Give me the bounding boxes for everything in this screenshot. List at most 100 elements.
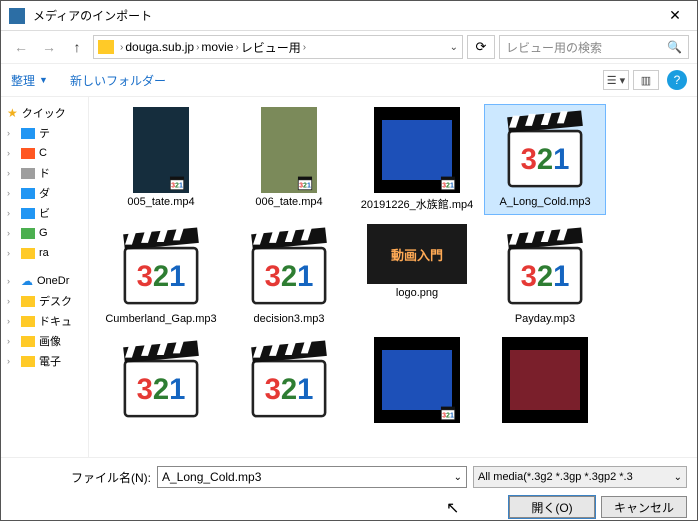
- svg-text:321: 321: [265, 374, 314, 406]
- file-item[interactable]: [485, 335, 605, 428]
- sidebar-label: デスク: [39, 293, 88, 309]
- media-icon: 321: [167, 175, 187, 191]
- file-item[interactable]: 321: [101, 335, 221, 428]
- nav-up[interactable]: ↑: [65, 35, 89, 59]
- footer: ファイル名(N): A_Long_Cold.mp3 ⌄ All media(*.…: [1, 457, 697, 528]
- filetype-value: All media(*.3g2 *.3gp *.3gp2 *.3: [478, 471, 633, 483]
- media-icon: 321: [246, 337, 332, 423]
- crumb-2[interactable]: movie: [201, 40, 233, 54]
- svg-text:321: 321: [521, 261, 570, 293]
- file-item[interactable]: 321 005_tate.mp4: [101, 105, 221, 214]
- file-item[interactable]: 321 decision3.mp3: [229, 222, 349, 327]
- thumbnail: 321: [133, 107, 189, 193]
- sidebar-item[interactable]: ›テ: [1, 123, 88, 143]
- sidebar-item[interactable]: ›画像: [1, 331, 88, 351]
- thumbnail: 321: [374, 337, 460, 423]
- folder-icon: [21, 148, 35, 159]
- sidebar-item[interactable]: ›C: [1, 143, 88, 163]
- file-label: 20191226_水族館.mp4: [359, 196, 475, 212]
- cancel-button[interactable]: キャンセル: [601, 496, 687, 518]
- svg-text:321: 321: [442, 182, 454, 189]
- file-label: 006_tate.mp4: [231, 196, 347, 208]
- sidebar-label: 電子: [39, 353, 88, 369]
- sidebar-label: テ: [39, 125, 88, 141]
- chevron-down-icon[interactable]: ⌄: [454, 472, 462, 483]
- thumbnail: 321: [374, 107, 460, 193]
- separator-icon: ›: [303, 42, 306, 53]
- media-icon: 321: [295, 175, 315, 191]
- sidebar-item[interactable]: ›ダ: [1, 183, 88, 203]
- breadcrumb[interactable]: › douga.sub.jp › movie › レビュー用 › ⌄: [93, 35, 463, 59]
- sidebar-item[interactable]: › 電子: [1, 351, 88, 371]
- sidebar-label: ド: [39, 165, 88, 181]
- file-item[interactable]: 321A_Long_Cold.mp3: [485, 105, 605, 214]
- chevron-right-icon: ›: [7, 296, 17, 306]
- sidebar-item[interactable]: ›ドキュ: [1, 311, 88, 331]
- file-item[interactable]: 動画入門logo.png: [357, 222, 477, 327]
- folder-icon: [98, 40, 114, 54]
- crumb-1[interactable]: douga.sub.jp: [125, 40, 194, 54]
- folder-icon: [21, 168, 35, 179]
- separator-icon: ›: [196, 42, 199, 53]
- svg-text:321: 321: [265, 261, 314, 293]
- new-folder-button[interactable]: 新しいフォルダー: [70, 72, 166, 89]
- close-button[interactable]: ✕: [661, 7, 689, 24]
- svg-text:321: 321: [171, 182, 183, 189]
- sidebar-item[interactable]: ›ビ: [1, 203, 88, 223]
- search-placeholder: レビュー用の検索: [506, 39, 602, 56]
- preview-pane-button[interactable]: ▥: [633, 70, 659, 90]
- nav-forward: →: [37, 35, 61, 59]
- file-item[interactable]: 321 006_tate.mp4: [229, 105, 349, 214]
- folder-icon: [21, 228, 35, 239]
- nav-back[interactable]: ←: [9, 35, 33, 59]
- chevron-right-icon: ›: [7, 188, 17, 198]
- help-button[interactable]: ?: [667, 70, 687, 90]
- thumbnail: [502, 337, 588, 423]
- svg-text:321: 321: [137, 261, 186, 293]
- nav-bar: ← → ↑ › douga.sub.jp › movie › レビュー用 › ⌄…: [1, 31, 697, 63]
- file-list[interactable]: 321 005_tate.mp4 321 006_tate.mp4 321 2019122…: [89, 97, 697, 457]
- filetype-select[interactable]: All media(*.3g2 *.3gp *.3gp2 *.3 ⌄: [473, 466, 687, 488]
- thumbnail: 321: [261, 107, 317, 193]
- media-icon: 321: [118, 337, 204, 423]
- file-item[interactable]: 321 Payday.mp3: [485, 222, 605, 327]
- organize-menu[interactable]: 整理 ▼: [11, 72, 48, 89]
- chevron-right-icon: ›: [7, 168, 17, 178]
- filename-input[interactable]: A_Long_Cold.mp3 ⌄: [157, 466, 467, 488]
- media-icon: 321: [438, 175, 458, 191]
- media-icon: 321: [438, 405, 458, 421]
- sidebar-item[interactable]: ›ド: [1, 163, 88, 183]
- folder-icon: [21, 316, 35, 327]
- thumbnail: 動画入門: [367, 224, 467, 284]
- refresh-button[interactable]: ⟳: [467, 35, 495, 59]
- chevron-right-icon: ›: [7, 276, 17, 286]
- open-button[interactable]: 開く(O): [509, 496, 595, 518]
- chevron-down-icon[interactable]: ⌄: [450, 42, 458, 53]
- sidebar-item[interactable]: ›ra: [1, 243, 88, 263]
- sidebar: ★ クイック ›テ›C›ド›ダ›ビ›G›ra › ☁ OneDr ›デスク›ドキ…: [1, 97, 89, 457]
- file-label: Payday.mp3: [487, 313, 603, 325]
- crumb-3[interactable]: レビュー用: [241, 39, 301, 56]
- chevron-right-icon: ›: [7, 336, 17, 346]
- sidebar-item[interactable]: ›G: [1, 223, 88, 243]
- chevron-right-icon: ›: [7, 356, 17, 366]
- sidebar-item[interactable]: › デスク: [1, 291, 88, 311]
- chevron-down-icon: ▼: [39, 75, 48, 85]
- filename-label: ファイル名(N):: [71, 469, 151, 486]
- file-item[interactable]: 321: [357, 335, 477, 428]
- view-menu[interactable]: ☰ ▾: [603, 70, 629, 90]
- file-label: 005_tate.mp4: [103, 196, 219, 208]
- svg-text:321: 321: [137, 374, 186, 406]
- file-item[interactable]: 321: [229, 335, 349, 428]
- search-icon[interactable]: 🔍: [667, 40, 682, 54]
- quick-access[interactable]: ★ クイック: [1, 103, 88, 123]
- search-input[interactable]: レビュー用の検索 🔍: [499, 35, 689, 59]
- media-icon: 321: [502, 224, 588, 310]
- file-item[interactable]: 321 Cumberland_Gap.mp3: [101, 222, 221, 327]
- titlebar: メディアのインポート ✕: [1, 1, 697, 31]
- file-item[interactable]: 321 20191226_水族館.mp4: [357, 105, 477, 214]
- file-label: Cumberland_Gap.mp3: [103, 313, 219, 325]
- onedrive[interactable]: › ☁ OneDr: [1, 271, 88, 291]
- file-label: A_Long_Cold.mp3: [487, 196, 603, 208]
- file-label: decision3.mp3: [231, 313, 347, 325]
